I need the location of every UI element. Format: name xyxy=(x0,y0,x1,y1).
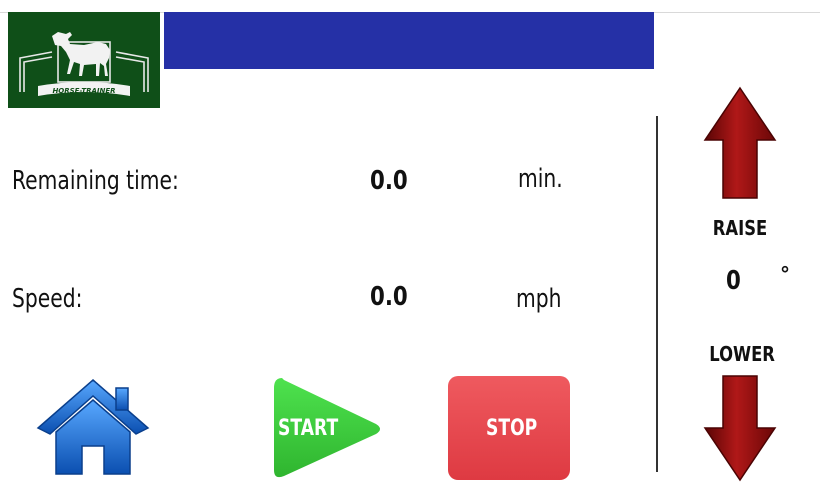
horse-trainer-logo: HORSE-TRAINER xyxy=(8,12,160,108)
speed-value: 0.0 xyxy=(370,282,408,312)
raise-label: RAISE xyxy=(712,216,768,240)
speed-label: Speed: xyxy=(12,284,83,314)
logo-text: HORSE-TRAINER xyxy=(52,87,115,95)
down-arrow-icon xyxy=(703,375,777,482)
up-arrow-icon xyxy=(703,86,777,199)
start-label: START xyxy=(278,416,339,441)
remaining-time-unit: min. xyxy=(518,164,563,194)
lower-label: LOWER xyxy=(709,342,775,366)
title-bar xyxy=(164,12,654,69)
speed-unit: mph xyxy=(516,284,562,314)
start-button[interactable]: START xyxy=(272,376,384,482)
incline-unit: ° xyxy=(780,262,790,286)
stop-button[interactable]: STOP xyxy=(448,376,570,480)
incline-value: 0 xyxy=(726,266,741,296)
stop-label: STOP xyxy=(486,416,538,441)
home-icon xyxy=(36,379,150,475)
raise-arrow-button[interactable] xyxy=(703,86,777,202)
remaining-time-label: Remaining time: xyxy=(12,166,179,196)
vertical-divider xyxy=(656,116,658,472)
lower-arrow-button[interactable] xyxy=(703,374,777,482)
home-button[interactable] xyxy=(36,374,150,480)
remaining-time-value: 0.0 xyxy=(370,166,408,196)
